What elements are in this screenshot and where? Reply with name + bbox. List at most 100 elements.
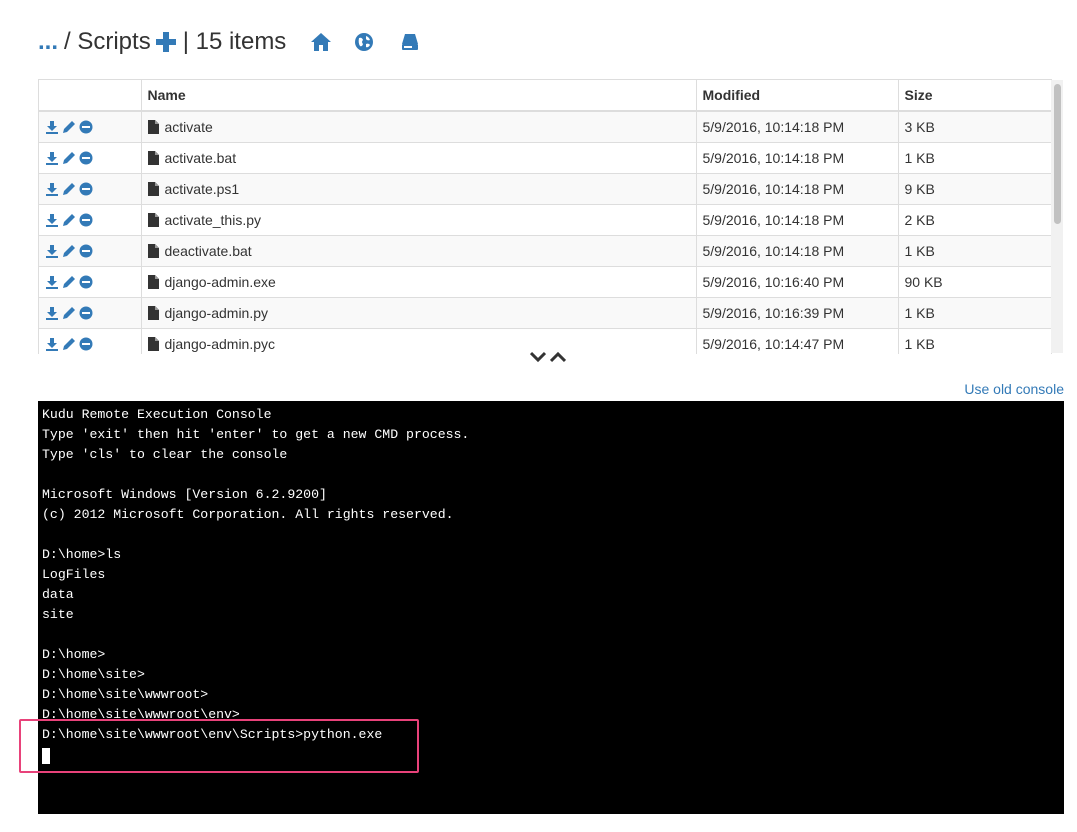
console-line: D:\home\site>: [42, 667, 145, 682]
file-name-link[interactable]: activate: [165, 119, 213, 135]
delete-icon[interactable]: [79, 120, 93, 134]
column-header-size[interactable]: Size: [897, 80, 1051, 112]
table-row: deactivate.bat 5/9/2016, 10:14:18 PM 1 K…: [39, 235, 1051, 267]
file-icon: [147, 306, 159, 320]
file-modified: 5/9/2016, 10:14:18 PM: [695, 110, 899, 143]
download-icon[interactable]: [45, 151, 59, 165]
file-icon: [147, 151, 159, 165]
console-line: Microsoft Windows [Version 6.2.9200]: [42, 487, 327, 502]
download-icon[interactable]: [45, 213, 59, 227]
delete-icon[interactable]: [79, 244, 93, 258]
breadcrumb: ... / Scripts | 15 items: [38, 24, 420, 60]
table-row: activate.bat 5/9/2016, 10:14:18 PM 1 KB: [39, 142, 1051, 174]
edit-icon[interactable]: [62, 151, 76, 165]
edit-icon[interactable]: [62, 275, 76, 289]
parent-folder-link[interactable]: ...: [38, 28, 58, 56]
column-header-modified[interactable]: Modified: [695, 80, 899, 112]
file-modified: 5/9/2016, 10:16:39 PM: [695, 297, 899, 329]
download-icon[interactable]: [45, 182, 59, 196]
file-modified: 5/9/2016, 10:14:18 PM: [695, 235, 899, 267]
file-icon: [147, 182, 159, 196]
row-actions: [45, 244, 135, 258]
edit-icon[interactable]: [62, 182, 76, 196]
file-name-link[interactable]: activate.bat: [165, 150, 237, 166]
edit-icon[interactable]: [62, 306, 76, 320]
edit-icon[interactable]: [62, 244, 76, 258]
console-line: data: [42, 587, 74, 602]
console-line: (c) 2012 Microsoft Corporation. All righ…: [42, 507, 454, 522]
plus-icon[interactable]: [155, 31, 177, 53]
file-size: 2 KB: [897, 204, 1051, 236]
download-icon[interactable]: [45, 275, 59, 289]
chevron-down-icon[interactable]: [529, 350, 547, 368]
pane-resizer[interactable]: [529, 350, 567, 368]
file-size: 1 KB: [897, 297, 1051, 329]
edit-icon[interactable]: [62, 120, 76, 134]
file-modified: 5/9/2016, 10:14:47 PM: [695, 328, 899, 354]
file-size: 90 KB: [897, 266, 1051, 298]
file-size: 3 KB: [897, 110, 1051, 143]
console-line: Type 'cls' to clear the console: [42, 447, 288, 462]
file-size: 1 KB: [897, 142, 1051, 174]
item-count: | 15 items: [182, 28, 287, 55]
file-name-link[interactable]: django-admin.py: [165, 305, 269, 321]
drive-icon[interactable]: [400, 32, 420, 52]
highlight-box: [19, 719, 419, 773]
chevron-up-icon[interactable]: [549, 350, 567, 368]
row-actions: [45, 337, 135, 351]
delete-icon[interactable]: [79, 182, 93, 196]
delete-icon[interactable]: [79, 151, 93, 165]
file-modified: 5/9/2016, 10:14:18 PM: [695, 204, 899, 236]
table-row: django-admin.py 5/9/2016, 10:16:39 PM 1 …: [39, 297, 1051, 329]
console-line: Type 'exit' then hit 'enter' to get a ne…: [42, 427, 470, 442]
row-actions: [45, 306, 135, 320]
file-name-link[interactable]: activate_this.py: [165, 212, 262, 228]
page-title: / Scripts: [64, 28, 151, 55]
table-header-row: Name Modified Size: [39, 80, 1051, 112]
delete-icon[interactable]: [79, 337, 93, 351]
download-icon[interactable]: [45, 120, 59, 134]
console-line: D:\home>: [42, 647, 106, 662]
delete-icon[interactable]: [79, 213, 93, 227]
table-row: activate 5/9/2016, 10:14:18 PM 3 KB: [39, 110, 1051, 143]
file-modified: 5/9/2016, 10:14:18 PM: [695, 142, 899, 174]
console-line: Kudu Remote Execution Console: [42, 407, 272, 422]
row-actions: [45, 182, 135, 196]
console-line: D:\home>ls: [42, 547, 122, 562]
edit-icon[interactable]: [62, 337, 76, 351]
row-actions: [45, 275, 135, 289]
file-modified: 5/9/2016, 10:14:18 PM: [695, 173, 899, 205]
globe-icon[interactable]: [354, 32, 374, 52]
file-name-link[interactable]: django-admin.exe: [165, 274, 276, 290]
row-actions: [45, 151, 135, 165]
delete-icon[interactable]: [79, 275, 93, 289]
download-icon[interactable]: [45, 337, 59, 351]
row-actions: [45, 213, 135, 227]
table-row: django-admin.exe 5/9/2016, 10:16:40 PM 9…: [39, 266, 1051, 298]
file-icon: [147, 337, 159, 351]
file-icon: [147, 213, 159, 227]
console-line: D:\home\site\wwwroot>: [42, 687, 209, 702]
file-name-link[interactable]: activate.ps1: [165, 181, 240, 197]
scrollbar-thumb[interactable]: [1054, 84, 1061, 224]
console-line: site: [42, 607, 74, 622]
table-scrollbar[interactable]: [1051, 80, 1063, 353]
download-icon[interactable]: [45, 306, 59, 320]
delete-icon[interactable]: [79, 306, 93, 320]
file-size: 9 KB: [897, 173, 1051, 205]
row-actions: [45, 120, 135, 134]
table-row: activate_this.py 5/9/2016, 10:14:18 PM 2…: [39, 204, 1051, 236]
home-icon[interactable]: [310, 32, 332, 52]
file-size: 1 KB: [897, 235, 1051, 267]
file-name-link[interactable]: django-admin.pyc: [165, 336, 276, 352]
edit-icon[interactable]: [62, 213, 76, 227]
column-header-name[interactable]: Name: [140, 80, 697, 112]
download-icon[interactable]: [45, 244, 59, 258]
file-icon: [147, 244, 159, 258]
file-icon: [147, 120, 159, 134]
file-table: Name Modified Size activate 5/9/2016, 10…: [39, 80, 1051, 354]
use-old-console-link[interactable]: Use old console: [964, 381, 1064, 397]
file-name-link[interactable]: deactivate.bat: [165, 243, 252, 259]
